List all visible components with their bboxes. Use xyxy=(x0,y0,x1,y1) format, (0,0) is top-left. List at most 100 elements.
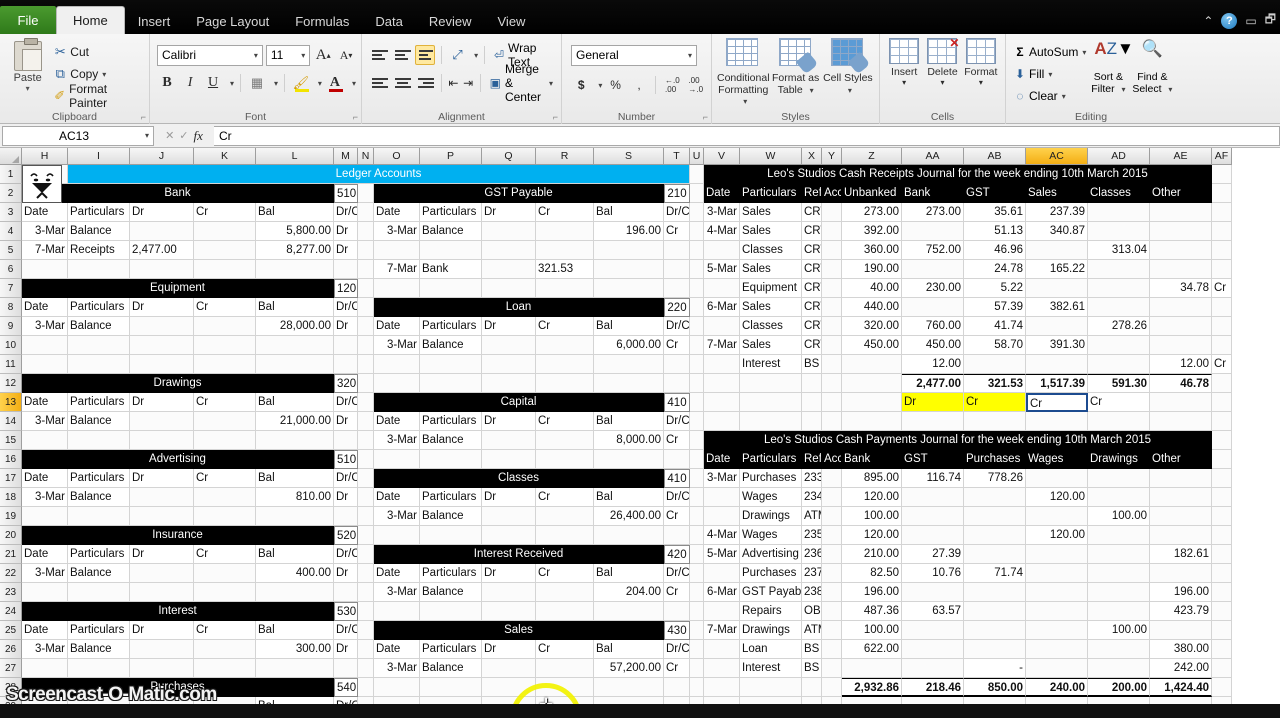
cell-U10[interactable] xyxy=(690,336,704,355)
cell-K10[interactable] xyxy=(194,336,256,355)
cell-X13[interactable] xyxy=(802,393,822,412)
shrink-font-button[interactable]: A ▾ xyxy=(336,44,356,66)
chevron-down-icon[interactable]: ▾ xyxy=(743,97,747,106)
cell-O25[interactable]: Sales xyxy=(374,621,664,640)
cell-I9[interactable]: Balance xyxy=(68,317,130,336)
grid-row-24[interactable]: Interest 530 Repairs OB 487.36 63.57 423.79 xyxy=(22,602,1232,621)
cell-L14[interactable]: 21,000.00 xyxy=(256,412,334,431)
cell-O14[interactable]: Date xyxy=(374,412,420,431)
cell-AE23[interactable]: 196.00 xyxy=(1150,583,1212,602)
cell-S6[interactable] xyxy=(594,260,664,279)
cell-U19[interactable] xyxy=(690,507,704,526)
cell-T18[interactable]: Dr/Cr xyxy=(664,488,690,507)
cell-J23[interactable] xyxy=(130,583,194,602)
grid-row-4[interactable]: 3-Mar Balance 5,800.00 Dr 3-Mar Balance 196.00… xyxy=(22,222,1232,241)
cell-M28[interactable]: 540 xyxy=(334,678,358,697)
cell-J14[interactable] xyxy=(130,412,194,431)
chevron-down-icon[interactable]: ▾ xyxy=(1062,92,1066,101)
cell-AC22[interactable] xyxy=(1026,564,1088,583)
cell-V18[interactable] xyxy=(704,488,740,507)
cell-W2[interactable]: Particulars xyxy=(740,184,802,203)
cell-Q24[interactable] xyxy=(482,602,536,621)
cell-O27[interactable]: 3-Mar xyxy=(374,659,420,678)
cell-V17[interactable]: 3-Mar xyxy=(704,469,740,488)
cell-W6[interactable]: Sales xyxy=(740,260,802,279)
cell-Y12[interactable] xyxy=(822,374,842,393)
cell-AA9[interactable]: 760.00 xyxy=(902,317,964,336)
cell-Y25[interactable] xyxy=(822,621,842,640)
cell-Q16[interactable] xyxy=(482,450,536,469)
cell-AD11[interactable] xyxy=(1088,355,1150,374)
percent-button[interactable]: % xyxy=(605,74,625,96)
cell-Y17[interactable] xyxy=(822,469,842,488)
copy-dropdown-icon[interactable]: ▾ xyxy=(102,70,106,79)
cell-T5[interactable] xyxy=(664,241,690,260)
cell-AC21[interactable] xyxy=(1026,545,1088,564)
tab-formulas[interactable]: Formulas xyxy=(282,8,362,34)
cell-M2[interactable]: 510 xyxy=(334,184,358,203)
window-controls[interactable]: ⌃ ? ▭ 🗗 xyxy=(1203,10,1276,31)
cell-R14[interactable]: Cr xyxy=(536,412,594,431)
cell-T27[interactable]: Cr xyxy=(664,659,690,678)
cell-Z8[interactable]: 440.00 xyxy=(842,298,902,317)
borders-dropdown-icon[interactable]: ▾ xyxy=(274,79,278,88)
cell-U18[interactable] xyxy=(690,488,704,507)
cell-I11[interactable] xyxy=(68,355,130,374)
cell-Q10[interactable] xyxy=(482,336,536,355)
cell-S5[interactable] xyxy=(594,241,664,260)
cell-H16[interactable]: Advertising xyxy=(22,450,334,469)
cell-AD22[interactable] xyxy=(1088,564,1150,583)
cell-I13[interactable]: Particulars xyxy=(68,393,130,412)
row-header-26[interactable]: 26 xyxy=(0,640,22,659)
column-header-s[interactable]: S xyxy=(594,148,664,165)
cell-AB3[interactable]: 35.61 xyxy=(964,203,1026,222)
cell-X20[interactable]: 235 xyxy=(802,526,822,545)
cell-AF18[interactable] xyxy=(1212,488,1232,507)
cell-AB10[interactable]: 58.70 xyxy=(964,336,1026,355)
cell-AF13[interactable] xyxy=(1212,393,1232,412)
cell-W8[interactable]: Sales xyxy=(740,298,802,317)
column-header-ad[interactable]: AD xyxy=(1088,148,1150,165)
cell-AC9[interactable] xyxy=(1026,317,1088,336)
cell-S26[interactable]: Bal xyxy=(594,640,664,659)
cell-W5[interactable]: Classes xyxy=(740,241,802,260)
row-headers[interactable]: 1 2 3 4 5 6 7 8 9 10 11 12 13 14 15 16 17 18 19 20 21 22 23 24 2… xyxy=(0,165,22,716)
clear-button[interactable]: ◌ Clear ▾ xyxy=(1011,85,1086,107)
cell-I19[interactable] xyxy=(68,507,130,526)
cell-K23[interactable] xyxy=(194,583,256,602)
row-header-20[interactable]: 20 xyxy=(0,526,22,545)
column-header-q[interactable]: Q xyxy=(482,148,536,165)
cell-H11[interactable] xyxy=(22,355,68,374)
cell-K21[interactable]: Cr xyxy=(194,545,256,564)
currency-dropdown-icon[interactable]: ▾ xyxy=(598,81,602,90)
cell-AE18[interactable] xyxy=(1150,488,1212,507)
cell-R6[interactable]: 321.53 xyxy=(536,260,594,279)
cell-I4[interactable]: Balance xyxy=(68,222,130,241)
cell-W24[interactable]: Repairs xyxy=(740,602,802,621)
cell-X14[interactable] xyxy=(802,412,822,431)
ribbon-tab-strip[interactable]: File Home Insert Page Layout Formulas Da… xyxy=(0,6,538,34)
cell-AA2[interactable]: Bank xyxy=(902,184,964,203)
cell-H4[interactable]: 3-Mar xyxy=(22,222,68,241)
cell-AF20[interactable] xyxy=(1212,526,1232,545)
cell-K15[interactable] xyxy=(194,431,256,450)
column-header-u[interactable]: U xyxy=(690,148,704,165)
cell-Z3[interactable]: 273.00 xyxy=(842,203,902,222)
cell-AD21[interactable] xyxy=(1088,545,1150,564)
cell-Y21[interactable] xyxy=(822,545,842,564)
grow-font-button[interactable]: A ▴ xyxy=(313,44,333,66)
grid-row-15[interactable]: 3-Mar Balance 8,000.00 Cr Leo's Studios Cash… xyxy=(22,431,1232,450)
cell-AC19[interactable] xyxy=(1026,507,1088,526)
cell-N28[interactable] xyxy=(358,678,374,697)
cell-Y27[interactable] xyxy=(822,659,842,678)
cell-X6[interactable]: CRT xyxy=(802,260,822,279)
cell-AD28[interactable]: 200.00 xyxy=(1088,678,1150,697)
cell-O10[interactable]: 3-Mar xyxy=(374,336,420,355)
cell-R12[interactable] xyxy=(536,374,594,393)
cell-U2[interactable] xyxy=(690,184,704,203)
increase-indent-icon[interactable]: ⇥ xyxy=(462,72,474,94)
cell-U21[interactable] xyxy=(690,545,704,564)
cell-AD20[interactable] xyxy=(1088,526,1150,545)
cell-P14[interactable]: Particulars xyxy=(420,412,482,431)
cell-U26[interactable] xyxy=(690,640,704,659)
